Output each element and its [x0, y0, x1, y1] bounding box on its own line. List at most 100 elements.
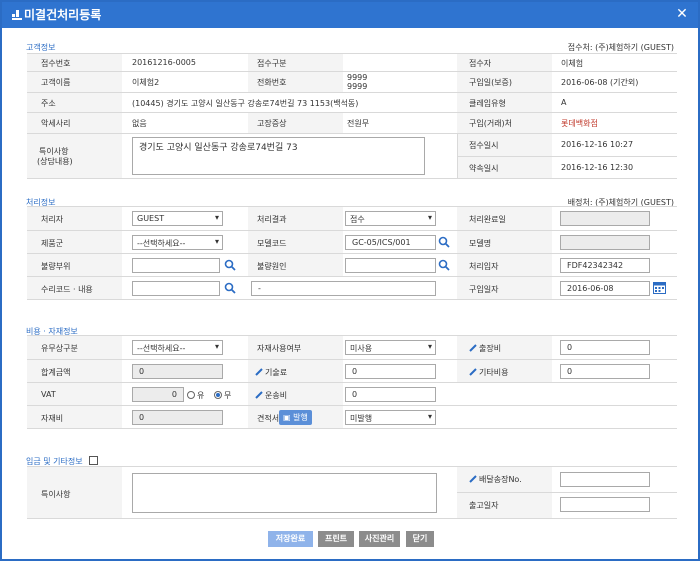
search-icon[interactable]: [224, 259, 236, 271]
payment-notes-textarea[interactable]: [132, 473, 437, 513]
model-code-input[interactable]: GC-05/ICS/001: [345, 235, 436, 250]
pencil-icon: [255, 368, 263, 376]
table-row: 제품군 --선택하세요-- ▾ 모델코드 GC-05/ICS/001 모델명: [27, 231, 677, 254]
payment-checkbox[interactable]: [89, 456, 98, 465]
address-label: 주소: [41, 99, 56, 108]
paid-type-select[interactable]: --선택하세요-- ▾: [132, 340, 223, 355]
vat-yes-radio[interactable]: [187, 391, 195, 399]
table-row: 특이사항 배달송장No. 출고일자: [27, 467, 677, 519]
receipt-no-label: 접수번호: [41, 59, 71, 68]
accessory-value: 없음: [132, 119, 147, 128]
receiver-info: 접수처: (주)체험하기 (GUEST): [567, 43, 674, 52]
vat-yes-label: 유: [197, 391, 205, 400]
search-icon[interactable]: [224, 282, 236, 294]
done-date-input[interactable]: [560, 211, 650, 226]
title-bar[interactable]: 미결건처리등록 ✕: [2, 2, 698, 28]
cost-grid: 유무상구분 --선택하세요-- ▾ 자재사용여부 미사용 ▾ 출장비 0 합계금액 …: [27, 335, 677, 429]
product-group-select[interactable]: --선택하세요-- ▾: [132, 235, 223, 250]
vat-label: VAT: [41, 390, 56, 399]
ship-date-input[interactable]: [560, 497, 650, 512]
vat-no-label: 무: [224, 391, 232, 400]
vat-no-radio[interactable]: [214, 391, 222, 399]
shipping-fee-label: 운송비: [265, 391, 288, 400]
table-row: 특이사항 (상담내용) 경기도 고양시 일산동구 강송로74번길 73 접수일시…: [27, 134, 677, 179]
shipping-fee-input[interactable]: 0: [345, 387, 436, 402]
chevron-down-icon: ▾: [427, 213, 432, 222]
search-icon[interactable]: [438, 236, 450, 248]
symptom-value: 전원무: [347, 119, 370, 128]
etc-cost-input[interactable]: 0: [560, 364, 650, 379]
receipt-date-value: 2016-12-16 10:27: [561, 140, 634, 149]
accessory-label: 악세사리: [41, 119, 71, 128]
invoice-no-label: 배달송장No.: [479, 475, 522, 484]
receiver-person-label: 접수자: [469, 59, 492, 68]
model-code-label: 모델코드: [257, 239, 287, 248]
pencil-icon: [469, 475, 477, 483]
consult-notes-textarea[interactable]: 경기도 고양시 일산동구 강송로74번길 73: [132, 137, 425, 175]
repair-desc-input[interactable]: -: [251, 281, 436, 296]
pencil-icon: [469, 368, 477, 376]
phone-label: 전화번호: [257, 78, 287, 87]
defect-cause-label: 불량원인: [257, 262, 287, 271]
done-date-label: 처리완료일: [469, 215, 506, 224]
chevron-down-icon: ▾: [214, 342, 219, 351]
notes-label-2: (상담내용): [37, 157, 73, 166]
purchase-date-input[interactable]: 2016-06-08: [560, 281, 650, 296]
chevron-down-icon: ▾: [214, 213, 219, 222]
chevron-down-icon: ▾: [214, 237, 219, 246]
phone-value-2: 9999: [347, 82, 368, 91]
tech-fee-label: 기술료: [265, 368, 288, 377]
pencil-icon: [469, 344, 477, 352]
material-use-select[interactable]: 미사용 ▾: [345, 340, 436, 355]
repair-code-label: 수리코드 · 내용: [41, 285, 93, 294]
search-icon[interactable]: [438, 259, 450, 271]
store-label: 구입(거래)처: [469, 119, 513, 128]
purchase-warranty-label: 구입일(보증): [469, 78, 513, 87]
defect-part-label: 불량부위: [41, 262, 71, 271]
table-row: 합계금액 0 기술료 0 기타비용 0: [27, 360, 677, 383]
model-name-label: 모델명: [469, 239, 492, 248]
table-row: 유무상구분 --선택하세요-- ▾ 자재사용여부 미사용 ▾ 출장비 0: [27, 336, 677, 360]
vat-input[interactable]: 0: [132, 387, 184, 402]
save-button[interactable]: 저장완료: [268, 531, 313, 547]
window-title: 미결건처리등록: [24, 8, 102, 22]
material-cost-input[interactable]: 0: [132, 410, 223, 425]
product-group-label: 제품군: [41, 239, 64, 248]
chevron-down-icon: ▾: [427, 342, 432, 351]
print-button[interactable]: 프린트: [318, 531, 354, 547]
symptom-label: 고장증상: [257, 119, 287, 128]
defect-part-input[interactable]: [132, 258, 220, 273]
close-button[interactable]: 닫기: [406, 531, 434, 547]
receipt-type-label: 접수구분: [257, 59, 287, 68]
calendar-icon[interactable]: [653, 281, 666, 294]
result-select[interactable]: 접수 ▾: [345, 211, 436, 226]
receipt-date-label: 접수일시: [469, 141, 499, 150]
store-value: 롯데백화점: [561, 119, 598, 128]
total-input[interactable]: 0: [132, 364, 223, 379]
defect-cause-input[interactable]: [345, 258, 436, 273]
estimate-status-select[interactable]: 미발행 ▾: [345, 410, 436, 425]
invoice-no-input[interactable]: [560, 472, 650, 487]
payment-grid: 특이사항 배달송장No. 출고일자: [27, 466, 677, 519]
estimate-issue-button[interactable]: ▣ 발행: [279, 410, 312, 425]
receiver-person-value: 이체험: [561, 59, 584, 68]
repair-code-input[interactable]: [132, 281, 220, 296]
pencil-icon: [255, 391, 263, 399]
table-row: 자재비 0 견적서 ▣ 발행 미발행 ▾: [27, 406, 677, 429]
table-row: 처리자 GUEST ▾ 처리결과 접수 ▾ 처리완료일: [27, 207, 677, 231]
close-icon[interactable]: ✕: [674, 5, 690, 23]
address-value: (10445) 경기도 고양시 일산동구 강송로74번길 73 1153(백석동…: [132, 99, 359, 108]
tech-fee-input[interactable]: 0: [345, 364, 436, 379]
photo-manage-button[interactable]: 사진관리: [359, 531, 400, 547]
appointment-label: 약속일시: [469, 164, 499, 173]
table-row: 불량부위 불량원인 처리입자 FDF42342342: [27, 254, 677, 277]
model-name-input[interactable]: [560, 235, 650, 250]
ship-date-label: 출고일자: [469, 501, 499, 510]
handler-select[interactable]: GUEST ▾: [132, 211, 223, 226]
travel-input[interactable]: 0: [560, 340, 650, 355]
receipt-no-value: 20161216-0005: [132, 58, 196, 67]
total-label: 합계금액: [41, 368, 71, 377]
purchase-date-label: 구입일자: [469, 285, 499, 294]
material-use-label: 자재사용여부: [257, 344, 302, 353]
processor-input[interactable]: FDF42342342: [560, 258, 650, 273]
